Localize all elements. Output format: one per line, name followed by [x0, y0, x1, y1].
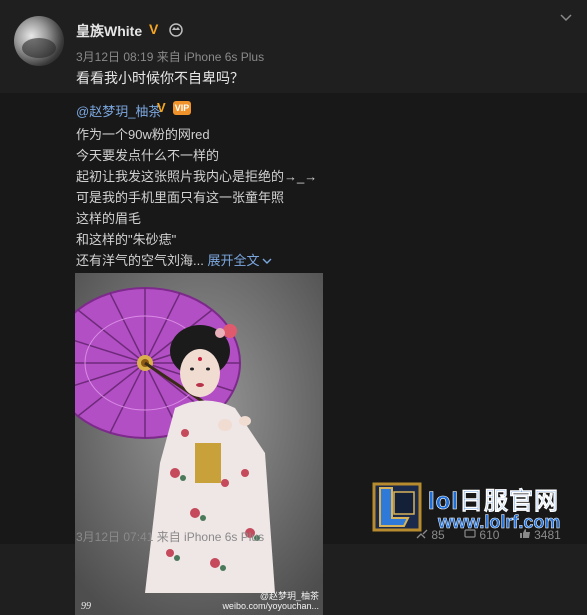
repost-line: 作为一个90w粉的网red — [76, 127, 210, 142]
crown-icon — [169, 23, 183, 37]
repost-line: 和这样的"朱砂痣" — [76, 232, 177, 247]
expand-full-text-link[interactable]: 展开全文 — [207, 253, 259, 268]
repost-line-text: 还有洋气的空气刘海... — [76, 253, 204, 268]
repost-author-link[interactable]: @赵梦玥_柚茶 — [76, 101, 161, 120]
avatar[interactable] — [14, 16, 64, 66]
repost-line: 起初让我发这张照片我内心是拒绝的→_→ — [76, 169, 318, 184]
verified-badge: V — [149, 21, 159, 37]
site-url-watermark: www.lolrf.com — [438, 512, 561, 533]
photo-watermark: @赵梦玥_柚茶 weibo.com/yoyouchan... — [222, 591, 319, 611]
photo-corner-mark: 99 — [81, 601, 91, 612]
repost-line: 今天要发点什么不一样的 — [76, 148, 220, 163]
repost-card: @赵梦玥_柚茶 V VIP 作为一个90w粉的网red 今天要发点什么不一样的 … — [0, 93, 587, 615]
author-name[interactable]: 皇族White — [76, 21, 142, 41]
chevron-down-icon[interactable] — [560, 14, 572, 22]
repost-vip-badge: VIP — [173, 101, 191, 115]
repost-time: 3月12日 07:41 来自 iPhone 6s Plus — [76, 530, 265, 544]
post-meta: 3月12日 08:19 来自 iPhone 6s Plus — [76, 50, 265, 64]
repost-line: 这样的眉毛 — [76, 211, 142, 226]
repost-photo[interactable]: 99 @赵梦玥_柚茶 weibo.com/yoyouchan... — [75, 273, 323, 615]
child-in-kimono-with-parasol-image: 99 — [75, 273, 323, 615]
site-name-watermark: lol日服官网 — [428, 488, 559, 516]
photo-watermark-handle: @赵梦玥_柚茶 — [259, 591, 319, 601]
repost-line: 可是我的手机里面只有这一张童年照 — [76, 190, 285, 205]
repost-line-last: 还有洋气的空气刘海... 展开全文 — [76, 250, 272, 269]
photo-watermark-url: weibo.com/yoyouchan... — [222, 601, 319, 611]
repost-verified-badge: V — [157, 100, 166, 115]
league-logo-icon — [372, 482, 422, 532]
weibo-post: 皇族White V 3月12日 08:19 来自 iPhone 6s Plus … — [0, 0, 587, 92]
post-text: 看看我小时候你不自卑吗？ — [76, 70, 244, 86]
chevron-down-icon[interactable] — [262, 257, 272, 265]
